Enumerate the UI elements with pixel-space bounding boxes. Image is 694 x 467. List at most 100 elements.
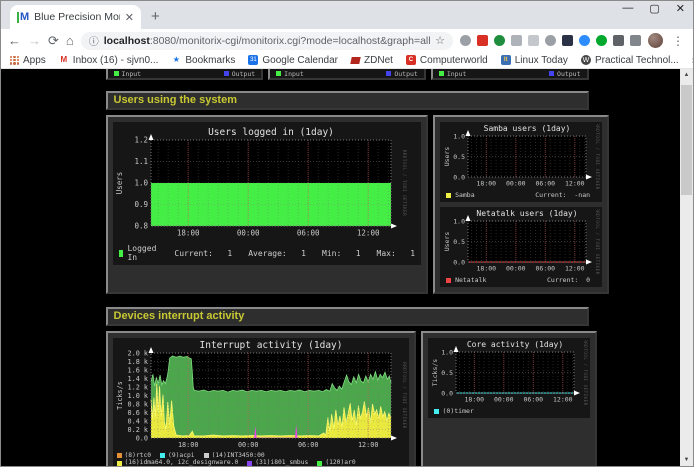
svg-text:00:00: 00:00 — [236, 229, 259, 238]
svg-text:0.8: 0.8 — [134, 221, 148, 230]
star-icon: ★ — [171, 55, 181, 65]
evernote-extension-icon[interactable] — [596, 35, 607, 46]
input-swatch-icon — [276, 71, 281, 76]
bookmark-inbox[interactable]: MInbox (16) - sjvn0... — [59, 55, 159, 66]
svg-text:1.1: 1.1 — [134, 157, 148, 166]
output-swatch-icon — [386, 71, 391, 76]
svg-text:0.0: 0.0 — [453, 258, 465, 266]
legend-stat: Max: 1 — [377, 249, 416, 258]
bookmark-apps[interactable]: Apps — [10, 55, 46, 66]
svg-text:Ticks/s: Ticks/s — [116, 381, 124, 410]
mail-extension-icon[interactable] — [477, 35, 488, 46]
svg-text:12:00: 12:00 — [357, 441, 377, 449]
core-activity-graph-box: 1.00.50.018:0000:0006:0012:00Core activi… — [421, 331, 597, 466]
bookmark-practical-technology[interactable]: WPractical Technol... — [581, 55, 679, 66]
page-info-icon[interactable]: ⓘ — [89, 33, 99, 48]
graph-legend: NetatalkCurrent: 0 — [442, 275, 600, 285]
new-tab-button[interactable]: + — [151, 8, 160, 25]
bookmark-google-calendar[interactable]: 31Google Calendar — [248, 55, 338, 66]
back-icon[interactable]: ← — [8, 34, 21, 47]
bookmark-zdnet[interactable]: ZDNet — [351, 55, 393, 66]
svg-text:1.2 k: 1.2 k — [127, 383, 147, 391]
netatalk-users-graph[interactable]: 1.00.50.018:0000:0006:0012:00Netatalk us… — [440, 207, 602, 287]
close-button[interactable]: ✕ — [676, 2, 685, 15]
green-leaf-extension-icon[interactable] — [494, 35, 505, 46]
browser-window: M Blue Precision Monitorix ✕ + — ▢ ✕ ← →… — [0, 0, 694, 467]
legend-stat: Current: 1 — [174, 249, 232, 258]
users-logged-in-graph-box: 1.21.11.00.90.818:0000:0006:0012:00Users… — [106, 115, 429, 294]
legend-swatch-icon — [119, 250, 124, 257]
gmail-icon: M — [59, 55, 69, 65]
forward-icon[interactable]: → — [28, 34, 41, 47]
svg-text:18:00: 18:00 — [477, 180, 497, 188]
svg-text:RRDTOOL / TOBI OETIKER: RRDTOOL / TOBI OETIKER — [583, 340, 588, 406]
svg-text:Interrupt activity (1day): Interrupt activity (1day) — [199, 340, 342, 351]
svg-text:0.2 k: 0.2 k — [127, 426, 147, 434]
speaker-extension-icon[interactable] — [545, 35, 556, 46]
output-swatch-icon — [224, 71, 229, 76]
bookmark-computerworld[interactable]: CComputerworld — [406, 55, 488, 66]
legend-item: (8)rtc0 — [117, 452, 152, 459]
interrupt-activity-graph[interactable]: 2.0 k1.8 k1.6 k1.4 k1.2 k1.0 k0.8 k0.6 k… — [113, 338, 409, 466]
url-bar[interactable]: ⓘ localhost:8080/monitorix-cgi/monitorix… — [81, 32, 453, 50]
tab-close-icon[interactable]: ✕ — [125, 11, 134, 24]
svg-text:00:00: 00:00 — [506, 180, 526, 188]
browser-menu-icon[interactable]: ⋮ — [670, 34, 686, 48]
zoom-extension-icon[interactable] — [579, 35, 590, 46]
search-extension-icon[interactable] — [460, 35, 471, 46]
svg-text:0.5: 0.5 — [453, 153, 465, 161]
network-graph-legend-partial[interactable]: Input Output — [268, 69, 426, 80]
svg-text:1.2: 1.2 — [134, 135, 148, 144]
svg-text:12:00: 12:00 — [565, 180, 585, 188]
legend-item: Logged In — [119, 244, 159, 262]
minimize-button[interactable]: — — [622, 2, 633, 15]
legend-item: (31)i801_smbus — [247, 459, 308, 466]
zdnet-icon — [350, 57, 360, 64]
svg-text:1.0: 1.0 — [453, 217, 465, 225]
users-logged-in-graph[interactable]: 1.21.11.00.90.818:0000:0006:0012:00Users… — [113, 122, 422, 265]
pages-extension-icon[interactable] — [511, 35, 522, 46]
svg-text:00:00: 00:00 — [237, 441, 257, 449]
graph-legend: (0)timer — [430, 406, 588, 416]
legend-swatch-icon — [446, 278, 451, 283]
svg-text:0.4 k: 0.4 k — [127, 417, 147, 425]
svg-text:RRDTOOL / TOBI OETIKER: RRDTOOL / TOBI OETIKER — [595, 209, 600, 275]
scrollbar[interactable]: ▲ ▼ — [680, 69, 693, 466]
network-graph-legend-partial[interactable]: Input Output — [106, 69, 264, 80]
page-content: ▲ ▼ Input Output Input Output Input Outp… — [1, 69, 693, 466]
bookmark-linux-today[interactable]: ltLinux Today — [501, 55, 568, 66]
bookmark-star-icon[interactable]: ☆ — [435, 34, 445, 47]
reload-icon[interactable]: ⟳ — [48, 34, 59, 47]
svg-text:Users: Users — [115, 172, 124, 195]
dark-square-extension-icon[interactable] — [562, 35, 573, 46]
bookmark-bookmarks[interactable]: ★Bookmarks — [171, 55, 235, 66]
legend-item: Samba — [446, 191, 475, 199]
maximize-button[interactable]: ▢ — [649, 2, 659, 15]
legend-item: Netatalk — [446, 276, 486, 284]
input-swatch-icon — [439, 71, 444, 76]
svg-text:RRDTOOL / TOBI OETIKER: RRDTOOL / TOBI OETIKER — [595, 124, 600, 190]
svg-text:2.0 k: 2.0 k — [127, 349, 147, 357]
card-extension-icon[interactable] — [528, 35, 539, 46]
scrollbar-thumb[interactable] — [681, 85, 692, 195]
svg-text:18:00: 18:00 — [477, 265, 497, 273]
svg-text:0.5: 0.5 — [441, 369, 453, 377]
svg-text:0.0: 0.0 — [441, 389, 453, 397]
legend-swatch-icon — [160, 453, 165, 458]
svg-text:1.6 k: 1.6 k — [127, 366, 147, 374]
core-activity-graph[interactable]: 1.00.50.018:0000:0006:0012:00Core activi… — [428, 338, 590, 418]
scroll-down-icon[interactable]: ▼ — [680, 454, 693, 466]
extensions-puzzle-icon[interactable] — [613, 35, 624, 46]
svg-text:RRDTOOL / TOBI OETIKER: RRDTOOL / TOBI OETIKER — [402, 150, 407, 216]
samba-users-graph[interactable]: 1.00.50.018:0000:0006:0012:00Samba users… — [440, 122, 602, 202]
graph-legend: SambaCurrent: -nan — [442, 190, 600, 200]
legend-item: (0)timer — [434, 407, 474, 415]
scroll-up-icon[interactable]: ▲ — [680, 69, 693, 81]
tab-list-icon[interactable] — [630, 35, 641, 46]
network-graph-legend-partial[interactable]: Input Output — [431, 69, 589, 80]
home-icon[interactable]: ⌂ — [66, 34, 74, 47]
computerworld-icon: C — [406, 55, 416, 65]
browser-tab[interactable]: M Blue Precision Monitorix ✕ — [10, 5, 141, 29]
profile-avatar[interactable] — [648, 33, 663, 48]
extensions-row — [460, 35, 641, 46]
